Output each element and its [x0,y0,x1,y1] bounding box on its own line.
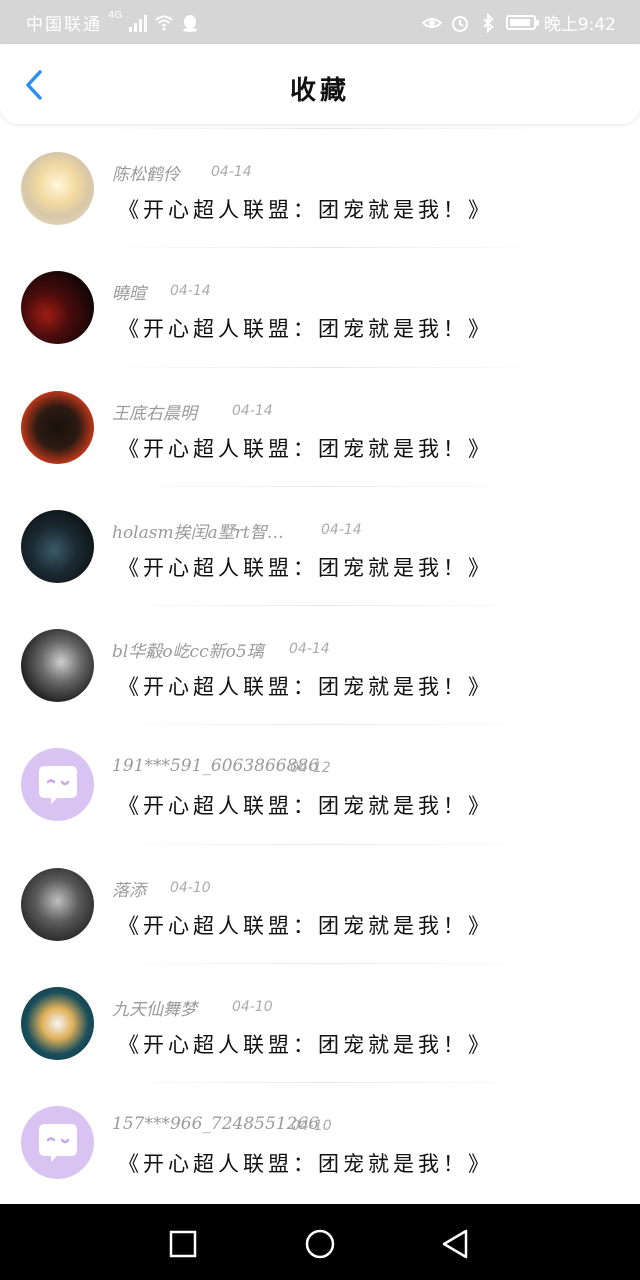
divider [110,485,540,487]
chat-bubble-icon [39,1124,77,1163]
bluetooth-icon [483,12,494,33]
date: 04-10 [170,879,211,896]
favorite-item[interactable]: 157***966_7248551266 04-10 《开心超人联盟：团宠就是我！》 [0,1082,640,1201]
favorite-title[interactable]: 《开心超人联盟：团宠就是我！》 [118,313,493,343]
battery-level [509,19,530,26]
favorite-item[interactable]: 九天仙舞梦 04-10 《开心超人联盟：团宠就是我！》 [0,963,640,1082]
page-title: 收藏 [289,76,350,106]
favorite-title[interactable]: 《开心超人联盟：团宠就是我！》 [118,433,493,463]
circle-icon [305,1229,335,1259]
favorite-title[interactable]: 《开心超人联盟：团宠就是我！》 [118,1029,493,1059]
divider [110,1082,540,1084]
username: 157***966_7248551266 [112,1114,320,1135]
username: 陈松鹤伶 [112,165,180,185]
divider [110,724,540,726]
system-back-button[interactable] [436,1224,476,1264]
carrier-name: 中国联通 [26,15,102,35]
recent-apps-button[interactable] [163,1224,203,1264]
alarm-icon [451,15,468,32]
home-button[interactable] [300,1224,340,1264]
status-right: 晚上9:42 [421,10,616,35]
divider [110,963,540,965]
date: 04-14 [211,164,252,180]
favorites-list: 陈松鹤伶 04-14 《开心超人联盟：团宠就是我！》 曉暄 04-14 《开心超人联盟：团… [0,128,640,1202]
favorite-item[interactable]: 落添 04-10 《开心超人联盟：团宠就是我！》 [0,843,640,963]
username: holasm挨闰a墅rt智… [112,522,284,543]
navigation-bar [0,1204,640,1280]
avatar[interactable] [21,509,94,583]
favorite-item[interactable]: bl华觳o屹cc新o5璃 04-14 《开心超人联盟：团宠就是我！》 [0,605,640,724]
avatar[interactable] [21,152,94,225]
date: 04-10 [291,1118,332,1135]
username: 曉暄 [112,284,146,305]
square-icon [169,1230,197,1258]
username: 九天仙舞梦 [112,1000,197,1021]
network-type: 4G [108,10,123,21]
favorite-item[interactable]: 王底右晨明 04-14 《开心超人联盟：团宠就是我！》 [0,366,640,486]
favorite-title[interactable]: 《开心超人联盟：团宠就是我！》 [118,671,493,701]
triangle-back-icon [442,1229,468,1259]
qq-icon [183,14,198,32]
avatar[interactable] [21,390,94,464]
avatar[interactable] [21,271,94,345]
app-header: 收藏 [0,44,640,124]
username: bl华觳o屹cc新o5璃 [112,642,264,663]
avatar[interactable] [21,987,94,1061]
favorite-title[interactable]: 《开心超人联盟：团宠就是我！》 [118,552,493,582]
status-time: 晚上9:42 [543,15,616,35]
favorite-title[interactable]: 《开心超人联盟：团宠就是我！》 [118,194,493,224]
username: 落添 [112,880,146,901]
favorite-title[interactable]: 《开心超人联盟：团宠就是我！》 [118,790,493,820]
signal-icon [129,14,148,32]
divider [110,843,540,845]
eye-icon [421,17,442,28]
avatar[interactable] [21,867,94,941]
favorite-title[interactable]: 《开心超人联盟：团宠就是我！》 [118,1148,493,1178]
date: 04-14 [321,521,362,538]
favorite-title[interactable]: 《开心超人联盟：团宠就是我！》 [118,910,493,940]
username: 191***591_6063866886 [112,756,320,777]
wifi-icon [155,15,173,31]
date: 04-14 [289,641,330,658]
avatar[interactable] [21,629,94,703]
date: 04-10 [232,999,273,1016]
favorite-item[interactable]: 191***591_6063866886 04-12 《开心超人联盟：团宠就是我！》 [0,724,640,843]
battery-icon [505,15,539,30]
chat-bubble-icon [39,766,77,805]
date: 04-14 [232,402,273,419]
avatar[interactable] [21,748,94,822]
status-bar: 中国联通 4G 晚上9:42 [0,0,640,44]
divider [110,366,540,368]
avatar[interactable] [21,1106,94,1180]
divider [110,128,540,129]
favorite-item[interactable]: holasm挨闰a墅rt智… 04-14 《开心超人联盟：团宠就是我！》 [0,485,640,605]
favorite-item[interactable]: 陈松鹤伶 04-14 《开心超人联盟：团宠就是我！》 [0,128,640,247]
date: 04-14 [170,283,211,300]
divider [110,247,540,249]
favorite-item[interactable]: 曉暄 04-14 《开心超人联盟：团宠就是我！》 [0,247,640,366]
date: 04-12 [290,760,331,777]
username: 王底右晨明 [112,403,197,424]
status-left: 中国联通 4G [26,10,200,35]
divider [110,605,540,607]
